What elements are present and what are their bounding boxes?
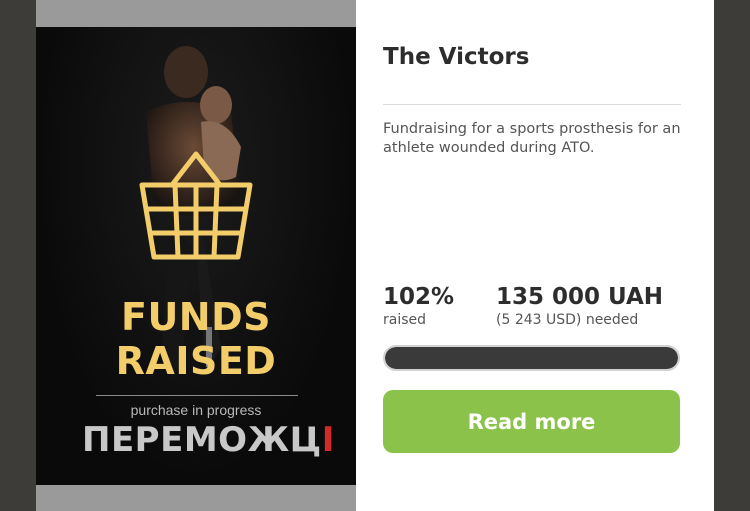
- amount-needed-value: 135 000 UAH: [496, 284, 664, 310]
- poster-headline-line2: RAISED: [115, 339, 277, 383]
- progress-bar: [383, 345, 680, 371]
- fundraiser-card: FUNDS RAISED purchase in progress ПЕРЕМО…: [36, 0, 714, 511]
- poster-subtitle: purchase in progress: [130, 402, 262, 418]
- campaign-info-panel: The Victors Fundraising for a sports pro…: [356, 0, 714, 511]
- shopping-basket-icon: [139, 151, 253, 260]
- percent-raised-stat: 102% raised: [383, 283, 454, 329]
- poster-logo-main: ПЕРЕМОЖЦ: [82, 420, 322, 460]
- poster-divider: [96, 395, 298, 396]
- campaign-title[interactable]: The Victors: [383, 44, 529, 70]
- percent-raised-value: 102%: [383, 284, 455, 310]
- poster-headline-line1: FUNDS: [120, 295, 272, 339]
- amount-needed-label: (5 243 USD) needed: [496, 312, 639, 328]
- progress-bar-fill: [385, 347, 678, 369]
- campaign-poster[interactable]: FUNDS RAISED purchase in progress ПЕРЕМО…: [36, 27, 356, 485]
- poster-logo-accent: І: [321, 420, 335, 460]
- campaign-image-panel[interactable]: FUNDS RAISED purchase in progress ПЕРЕМО…: [36, 0, 356, 511]
- percent-raised-label: raised: [383, 312, 427, 328]
- title-divider: [383, 104, 681, 105]
- campaign-description: Fundraising for a sports prosthesis for …: [383, 121, 681, 156]
- poster-logo: ПЕРЕМОЖЦІ: [82, 420, 335, 460]
- amount-needed-stat: 135 000 UAH (5 243 USD) needed: [496, 283, 663, 329]
- read-more-button[interactable]: Read more: [383, 390, 680, 453]
